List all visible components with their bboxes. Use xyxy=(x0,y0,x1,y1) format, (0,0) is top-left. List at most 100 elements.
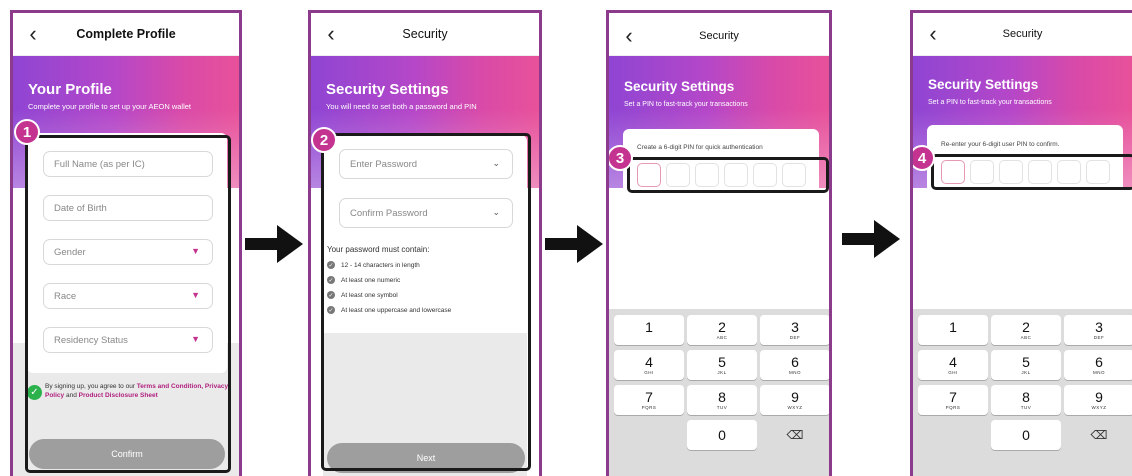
password-input[interactable]: Enter Password ⌄ xyxy=(339,149,513,179)
consent-text: ✓ By signing up, you agree to our Terms … xyxy=(27,382,231,400)
top-bar: ‹ Security xyxy=(913,13,1132,56)
key-2[interactable]: 2 ABC xyxy=(991,315,1061,345)
date-of-birth-field[interactable]: Date of Birth xyxy=(43,195,213,221)
race-select[interactable]: Race ▼ xyxy=(43,283,213,309)
key-letters: WXYZ xyxy=(787,405,803,410)
rule-text: At least one symbol xyxy=(341,291,398,299)
date-of-birth-placeholder: Date of Birth xyxy=(54,202,107,214)
key-8[interactable]: 8 TUV xyxy=(687,385,757,415)
key-5[interactable]: 5 JKL xyxy=(687,350,757,380)
key-4[interactable]: 4 GHI xyxy=(614,350,684,380)
key-number: 8 xyxy=(1022,389,1030,405)
key-number: 5 xyxy=(718,354,726,370)
key-letters: MNO xyxy=(789,370,801,375)
key-6[interactable]: 6 MNO xyxy=(1064,350,1132,380)
pin-digit-box[interactable] xyxy=(666,163,690,187)
key-letters: DEF xyxy=(789,335,801,340)
chevron-down-icon: ▼ xyxy=(191,290,200,300)
top-bar: ‹ Security xyxy=(311,13,539,56)
key-0[interactable]: 0 xyxy=(687,420,757,450)
pin-digit-box[interactable] xyxy=(695,163,719,187)
pin-digit-box[interactable] xyxy=(1057,160,1081,184)
chevron-left-icon[interactable]: ‹ xyxy=(923,22,943,46)
key-number: 3 xyxy=(1095,319,1103,335)
key-1[interactable]: 1 xyxy=(614,315,684,345)
terms-link[interactable]: Terms and Condition, xyxy=(137,383,203,390)
phone-screen-create-pin: ‹ Security Security Settings Set a PIN t… xyxy=(606,10,832,476)
pin-prompt: Re-enter your 6-digit user PIN to confir… xyxy=(941,141,1060,148)
profile-form-card: Full Name (as per IC) Date of Birth Gend… xyxy=(27,133,227,373)
full-name-field[interactable]: Full Name (as per IC) xyxy=(43,151,213,177)
phone-screen-complete-profile: ‹ Complete Profile Your Profile Complete… xyxy=(10,10,242,476)
confirm-password-input[interactable]: Confirm Password ⌄ xyxy=(339,198,513,228)
key-2[interactable]: 2 ABC xyxy=(687,315,757,345)
password-rule: ✓ At least one uppercase and lowercase xyxy=(327,306,451,314)
key-1[interactable]: 1 xyxy=(918,315,988,345)
key-number: 7 xyxy=(645,389,653,405)
pin-digit-box[interactable] xyxy=(1086,160,1110,184)
step-number: 4 xyxy=(917,149,927,167)
hero-title: Security Settings xyxy=(326,81,449,98)
chevron-left-icon[interactable]: ‹ xyxy=(23,22,43,46)
key-3[interactable]: 3 DEF xyxy=(1064,315,1132,345)
pin-digit-box[interactable] xyxy=(1028,160,1052,184)
key-number: 1 xyxy=(645,319,653,335)
key-3[interactable]: 3 DEF xyxy=(760,315,829,345)
pin-digit-box[interactable] xyxy=(999,160,1023,184)
residency-status-select[interactable]: Residency Status ▼ xyxy=(43,327,213,353)
key-7[interactable]: 7 PQRS xyxy=(614,385,684,415)
pin-digit-box[interactable] xyxy=(941,160,965,184)
chevron-left-icon[interactable]: ‹ xyxy=(321,22,341,46)
chevron-left-icon[interactable]: ‹ xyxy=(619,24,639,48)
pin-digit-box[interactable] xyxy=(970,160,994,184)
pin-digit-box[interactable] xyxy=(753,163,777,187)
key-9[interactable]: 9 WXYZ xyxy=(760,385,829,415)
delete-key[interactable]: ⌫ xyxy=(1064,420,1132,450)
pin-digit-box[interactable] xyxy=(637,163,661,187)
step-number: 2 xyxy=(319,131,329,149)
confirm-password-placeholder: Confirm Password xyxy=(350,207,428,219)
key-6[interactable]: 6 MNO xyxy=(760,350,829,380)
key-9[interactable]: 9 WXYZ xyxy=(1064,385,1132,415)
confirm-button[interactable]: Confirm xyxy=(29,439,225,469)
top-bar: ‹ Complete Profile xyxy=(13,13,239,56)
check-circle-icon[interactable]: ✓ xyxy=(27,385,42,400)
check-circle-icon: ✓ xyxy=(327,306,335,314)
key-letters: TUV xyxy=(716,405,728,410)
key-letters: GHI xyxy=(948,370,958,375)
arrow-right-icon xyxy=(245,225,303,263)
key-letters: PQRS xyxy=(641,405,657,410)
hero-subtitle: Complete your profile to set up your AEO… xyxy=(28,102,191,111)
key-8[interactable]: 8 TUV xyxy=(991,385,1061,415)
product-disclosure-link[interactable]: Product Disclosure Sheet xyxy=(79,392,158,399)
step-badge: 2 xyxy=(311,127,337,153)
password-rule: ✓ At least one symbol xyxy=(327,291,398,299)
key-7[interactable]: 7 PQRS xyxy=(918,385,988,415)
chevron-down-icon: ▼ xyxy=(191,246,200,256)
key-4[interactable]: 4 GHI xyxy=(918,350,988,380)
phone-screen-security-password: ‹ Security Security Settings You will ne… xyxy=(308,10,542,476)
pin-digit-box[interactable] xyxy=(782,163,806,187)
step-badge: 1 xyxy=(14,119,40,145)
delete-key[interactable]: ⌫ xyxy=(760,420,829,450)
key-5[interactable]: 5 JKL xyxy=(991,350,1061,380)
gender-select[interactable]: Gender ▼ xyxy=(43,239,213,265)
password-form-card: Enter Password ⌄ Confirm Password ⌄ xyxy=(323,135,527,333)
chevron-down-icon[interactable]: ⌄ xyxy=(492,207,500,218)
key-0[interactable]: 0 xyxy=(991,420,1061,450)
phone-screen-confirm-pin: ‹ Security Security Settings Set a PIN t… xyxy=(910,10,1132,476)
chevron-down-icon[interactable]: ⌄ xyxy=(492,158,500,169)
arrow-right-icon xyxy=(545,225,603,263)
key-number: 9 xyxy=(791,389,799,405)
key-number: 6 xyxy=(1095,354,1103,370)
key-number: 2 xyxy=(1022,319,1030,335)
backspace-icon: ⌫ xyxy=(786,428,804,442)
key-letters: DEF xyxy=(1093,335,1105,340)
key-letters: PQRS xyxy=(945,405,961,410)
next-button[interactable]: Next xyxy=(327,443,525,473)
key-number: 8 xyxy=(718,389,726,405)
chevron-down-icon: ▼ xyxy=(191,334,200,344)
step-badge: 3 xyxy=(609,145,633,171)
key-letters: WXYZ xyxy=(1091,405,1107,410)
pin-digit-box[interactable] xyxy=(724,163,748,187)
